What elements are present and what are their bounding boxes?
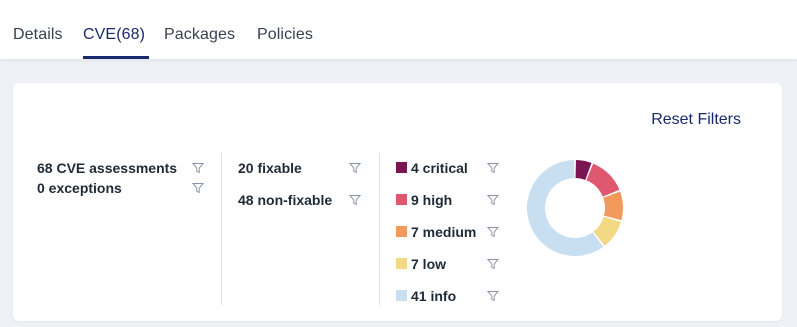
severity-high-label: 9 high bbox=[411, 192, 453, 208]
legend-swatch-critical bbox=[396, 162, 407, 173]
exceptions-count: 0 exceptions bbox=[37, 180, 122, 196]
filter-icon[interactable] bbox=[487, 226, 499, 238]
column-divider bbox=[379, 153, 380, 305]
filter-icon[interactable] bbox=[487, 194, 499, 206]
reset-filters-link[interactable]: Reset Filters bbox=[651, 111, 741, 129]
severity-info-label: 41 info bbox=[411, 288, 457, 304]
filter-icon[interactable] bbox=[192, 162, 204, 174]
donut-slice-high[interactable] bbox=[586, 163, 620, 197]
tab-policies[interactable]: Policies bbox=[257, 26, 313, 44]
severity-low-label: 7 low bbox=[411, 256, 447, 272]
filter-icon[interactable] bbox=[349, 162, 361, 174]
severity-medium-label: 7 medium bbox=[411, 224, 477, 240]
cve-assessments-count: 68 CVE assessments bbox=[37, 160, 178, 176]
tab-bar: Details CVE(68) Packages Policies bbox=[0, 0, 797, 60]
fixable-count: 20 fixable bbox=[238, 160, 302, 176]
legend-swatch-medium bbox=[396, 226, 407, 237]
tab-details[interactable]: Details bbox=[13, 26, 63, 44]
severity-donut-chart bbox=[527, 160, 623, 256]
filter-icon[interactable] bbox=[487, 162, 499, 174]
legend-swatch-high bbox=[396, 194, 407, 205]
filter-icon[interactable] bbox=[192, 182, 204, 194]
filter-icon[interactable] bbox=[487, 258, 499, 270]
non-fixable-count: 48 non-fixable bbox=[238, 192, 333, 208]
cve-summary-card: Reset Filters 68 CVE assessments 0 excep… bbox=[13, 83, 782, 321]
tab-packages[interactable]: Packages bbox=[164, 26, 235, 44]
filter-icon[interactable] bbox=[487, 290, 499, 302]
filter-icon[interactable] bbox=[349, 194, 361, 206]
tab-cve[interactable]: CVE(68) bbox=[83, 26, 145, 44]
column-divider bbox=[221, 153, 222, 305]
legend-swatch-info bbox=[396, 290, 407, 301]
donut-slice-medium[interactable] bbox=[603, 191, 623, 221]
legend-swatch-low bbox=[396, 258, 407, 269]
severity-critical-label: 4 critical bbox=[411, 160, 468, 176]
active-tab-indicator bbox=[83, 56, 149, 59]
